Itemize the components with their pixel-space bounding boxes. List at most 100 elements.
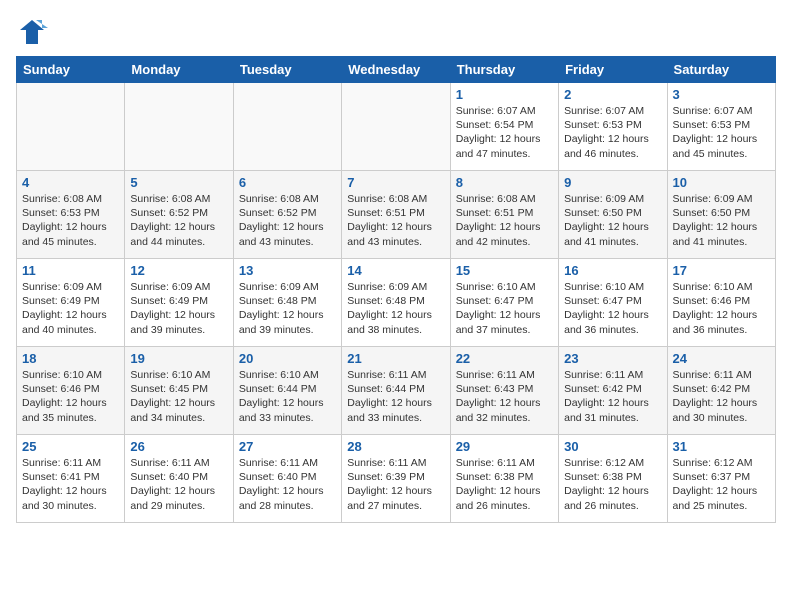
day-info: Sunrise: 6:09 AM Sunset: 6:50 PM Dayligh… xyxy=(673,192,770,249)
day-info: Sunrise: 6:07 AM Sunset: 6:53 PM Dayligh… xyxy=(673,104,770,161)
day-info: Sunrise: 6:11 AM Sunset: 6:38 PM Dayligh… xyxy=(456,456,553,513)
day-info: Sunrise: 6:11 AM Sunset: 6:39 PM Dayligh… xyxy=(347,456,444,513)
calendar-cell: 18 Sunrise: 6:10 AM Sunset: 6:46 PM Dayli… xyxy=(17,347,125,435)
calendar-week-2: 4 Sunrise: 6:08 AM Sunset: 6:53 PM Daylig… xyxy=(17,171,776,259)
calendar-cell: 29 Sunrise: 6:11 AM Sunset: 6:38 PM Dayli… xyxy=(450,435,558,523)
calendar-cell xyxy=(125,83,233,171)
day-info: Sunrise: 6:10 AM Sunset: 6:45 PM Dayligh… xyxy=(130,368,227,425)
calendar-cell: 30 Sunrise: 6:12 AM Sunset: 6:38 PM Dayli… xyxy=(559,435,667,523)
calendar-cell: 13 Sunrise: 6:09 AM Sunset: 6:48 PM Dayli… xyxy=(233,259,341,347)
calendar-cell: 14Sunrise: 6:09 AM Sunset: 6:48 PM Dayli… xyxy=(342,259,450,347)
calendar-cell xyxy=(17,83,125,171)
calendar-week-5: 25Sunrise: 6:11 AM Sunset: 6:41 PM Dayli… xyxy=(17,435,776,523)
day-number: 30 xyxy=(564,439,661,454)
calendar-cell: 21Sunrise: 6:11 AM Sunset: 6:44 PM Dayli… xyxy=(342,347,450,435)
day-number: 1 xyxy=(456,87,553,102)
day-info: Sunrise: 6:10 AM Sunset: 6:47 PM Dayligh… xyxy=(564,280,661,337)
calendar-cell: 9 Sunrise: 6:09 AM Sunset: 6:50 PM Daylig… xyxy=(559,171,667,259)
calendar-cell: 3 Sunrise: 6:07 AM Sunset: 6:53 PM Daylig… xyxy=(667,83,775,171)
day-number: 16 xyxy=(564,263,661,278)
weekday-header-tuesday: Tuesday xyxy=(233,57,341,83)
day-number: 21 xyxy=(347,351,444,366)
day-info: Sunrise: 6:10 AM Sunset: 6:46 PM Dayligh… xyxy=(673,280,770,337)
day-number: 6 xyxy=(239,175,336,190)
day-number: 4 xyxy=(22,175,119,190)
day-number: 19 xyxy=(130,351,227,366)
day-info: Sunrise: 6:08 AM Sunset: 6:51 PM Dayligh… xyxy=(347,192,444,249)
weekday-header-wednesday: Wednesday xyxy=(342,57,450,83)
calendar-cell: 5Sunrise: 6:08 AM Sunset: 6:52 PM Daylig… xyxy=(125,171,233,259)
calendar-cell: 24 Sunrise: 6:11 AM Sunset: 6:42 PM Dayli… xyxy=(667,347,775,435)
day-info: Sunrise: 6:09 AM Sunset: 6:50 PM Dayligh… xyxy=(564,192,661,249)
day-number: 28 xyxy=(347,439,444,454)
day-number: 26 xyxy=(130,439,227,454)
day-number: 20 xyxy=(239,351,336,366)
day-number: 15 xyxy=(456,263,553,278)
calendar-cell: 1Sunrise: 6:07 AM Sunset: 6:54 PM Daylig… xyxy=(450,83,558,171)
day-info: Sunrise: 6:08 AM Sunset: 6:53 PM Dayligh… xyxy=(22,192,119,249)
calendar-cell: 2Sunrise: 6:07 AM Sunset: 6:53 PM Daylig… xyxy=(559,83,667,171)
page-header xyxy=(16,16,776,48)
day-info: Sunrise: 6:09 AM Sunset: 6:48 PM Dayligh… xyxy=(347,280,444,337)
day-number: 13 xyxy=(239,263,336,278)
day-info: Sunrise: 6:11 AM Sunset: 6:42 PM Dayligh… xyxy=(564,368,661,425)
calendar-cell: 17 Sunrise: 6:10 AM Sunset: 6:46 PM Dayli… xyxy=(667,259,775,347)
calendar-week-3: 11 Sunrise: 6:09 AM Sunset: 6:49 PM Dayli… xyxy=(17,259,776,347)
day-info: Sunrise: 6:12 AM Sunset: 6:37 PM Dayligh… xyxy=(673,456,770,513)
calendar-cell: 15Sunrise: 6:10 AM Sunset: 6:47 PM Dayli… xyxy=(450,259,558,347)
day-number: 27 xyxy=(239,439,336,454)
calendar-week-1: 1Sunrise: 6:07 AM Sunset: 6:54 PM Daylig… xyxy=(17,83,776,171)
day-info: Sunrise: 6:10 AM Sunset: 6:44 PM Dayligh… xyxy=(239,368,336,425)
calendar-cell: 22 Sunrise: 6:11 AM Sunset: 6:43 PM Dayli… xyxy=(450,347,558,435)
day-number: 17 xyxy=(673,263,770,278)
day-info: Sunrise: 6:09 AM Sunset: 6:49 PM Dayligh… xyxy=(130,280,227,337)
weekday-header-row: SundayMondayTuesdayWednesdayThursdayFrid… xyxy=(17,57,776,83)
calendar-cell: 31 Sunrise: 6:12 AM Sunset: 6:37 PM Dayli… xyxy=(667,435,775,523)
calendar-cell: 11 Sunrise: 6:09 AM Sunset: 6:49 PM Dayli… xyxy=(17,259,125,347)
day-number: 9 xyxy=(564,175,661,190)
calendar-table: SundayMondayTuesdayWednesdayThursdayFrid… xyxy=(16,56,776,523)
day-info: Sunrise: 6:12 AM Sunset: 6:38 PM Dayligh… xyxy=(564,456,661,513)
calendar-header: SundayMondayTuesdayWednesdayThursdayFrid… xyxy=(17,57,776,83)
day-number: 29 xyxy=(456,439,553,454)
day-number: 23 xyxy=(564,351,661,366)
day-number: 22 xyxy=(456,351,553,366)
calendar-body: 1Sunrise: 6:07 AM Sunset: 6:54 PM Daylig… xyxy=(17,83,776,523)
day-number: 11 xyxy=(22,263,119,278)
day-number: 8 xyxy=(456,175,553,190)
day-number: 24 xyxy=(673,351,770,366)
day-info: Sunrise: 6:11 AM Sunset: 6:43 PM Dayligh… xyxy=(456,368,553,425)
day-info: Sunrise: 6:08 AM Sunset: 6:52 PM Dayligh… xyxy=(130,192,227,249)
day-info: Sunrise: 6:10 AM Sunset: 6:46 PM Dayligh… xyxy=(22,368,119,425)
calendar-cell: 10 Sunrise: 6:09 AM Sunset: 6:50 PM Dayli… xyxy=(667,171,775,259)
calendar-cell: 28 Sunrise: 6:11 AM Sunset: 6:39 PM Dayli… xyxy=(342,435,450,523)
calendar-cell xyxy=(233,83,341,171)
day-number: 18 xyxy=(22,351,119,366)
calendar-cell: 12 Sunrise: 6:09 AM Sunset: 6:49 PM Dayli… xyxy=(125,259,233,347)
calendar-cell: 16 Sunrise: 6:10 AM Sunset: 6:47 PM Dayli… xyxy=(559,259,667,347)
calendar-cell: 6 Sunrise: 6:08 AM Sunset: 6:52 PM Daylig… xyxy=(233,171,341,259)
day-number: 10 xyxy=(673,175,770,190)
day-info: Sunrise: 6:09 AM Sunset: 6:48 PM Dayligh… xyxy=(239,280,336,337)
calendar-cell: 4 Sunrise: 6:08 AM Sunset: 6:53 PM Daylig… xyxy=(17,171,125,259)
calendar-cell: 19 Sunrise: 6:10 AM Sunset: 6:45 PM Dayli… xyxy=(125,347,233,435)
logo xyxy=(16,16,52,48)
calendar-cell xyxy=(342,83,450,171)
day-info: Sunrise: 6:08 AM Sunset: 6:52 PM Dayligh… xyxy=(239,192,336,249)
calendar-cell: 8Sunrise: 6:08 AM Sunset: 6:51 PM Daylig… xyxy=(450,171,558,259)
day-number: 12 xyxy=(130,263,227,278)
calendar-week-4: 18 Sunrise: 6:10 AM Sunset: 6:46 PM Dayli… xyxy=(17,347,776,435)
day-info: Sunrise: 6:11 AM Sunset: 6:40 PM Dayligh… xyxy=(130,456,227,513)
day-number: 3 xyxy=(673,87,770,102)
weekday-header-friday: Friday xyxy=(559,57,667,83)
day-number: 31 xyxy=(673,439,770,454)
weekday-header-sunday: Sunday xyxy=(17,57,125,83)
weekday-header-thursday: Thursday xyxy=(450,57,558,83)
day-info: Sunrise: 6:11 AM Sunset: 6:41 PM Dayligh… xyxy=(22,456,119,513)
logo-icon xyxy=(16,16,48,48)
calendar-cell: 20 Sunrise: 6:10 AM Sunset: 6:44 PM Dayli… xyxy=(233,347,341,435)
day-info: Sunrise: 6:09 AM Sunset: 6:49 PM Dayligh… xyxy=(22,280,119,337)
day-number: 7 xyxy=(347,175,444,190)
day-number: 2 xyxy=(564,87,661,102)
day-info: Sunrise: 6:11 AM Sunset: 6:42 PM Dayligh… xyxy=(673,368,770,425)
